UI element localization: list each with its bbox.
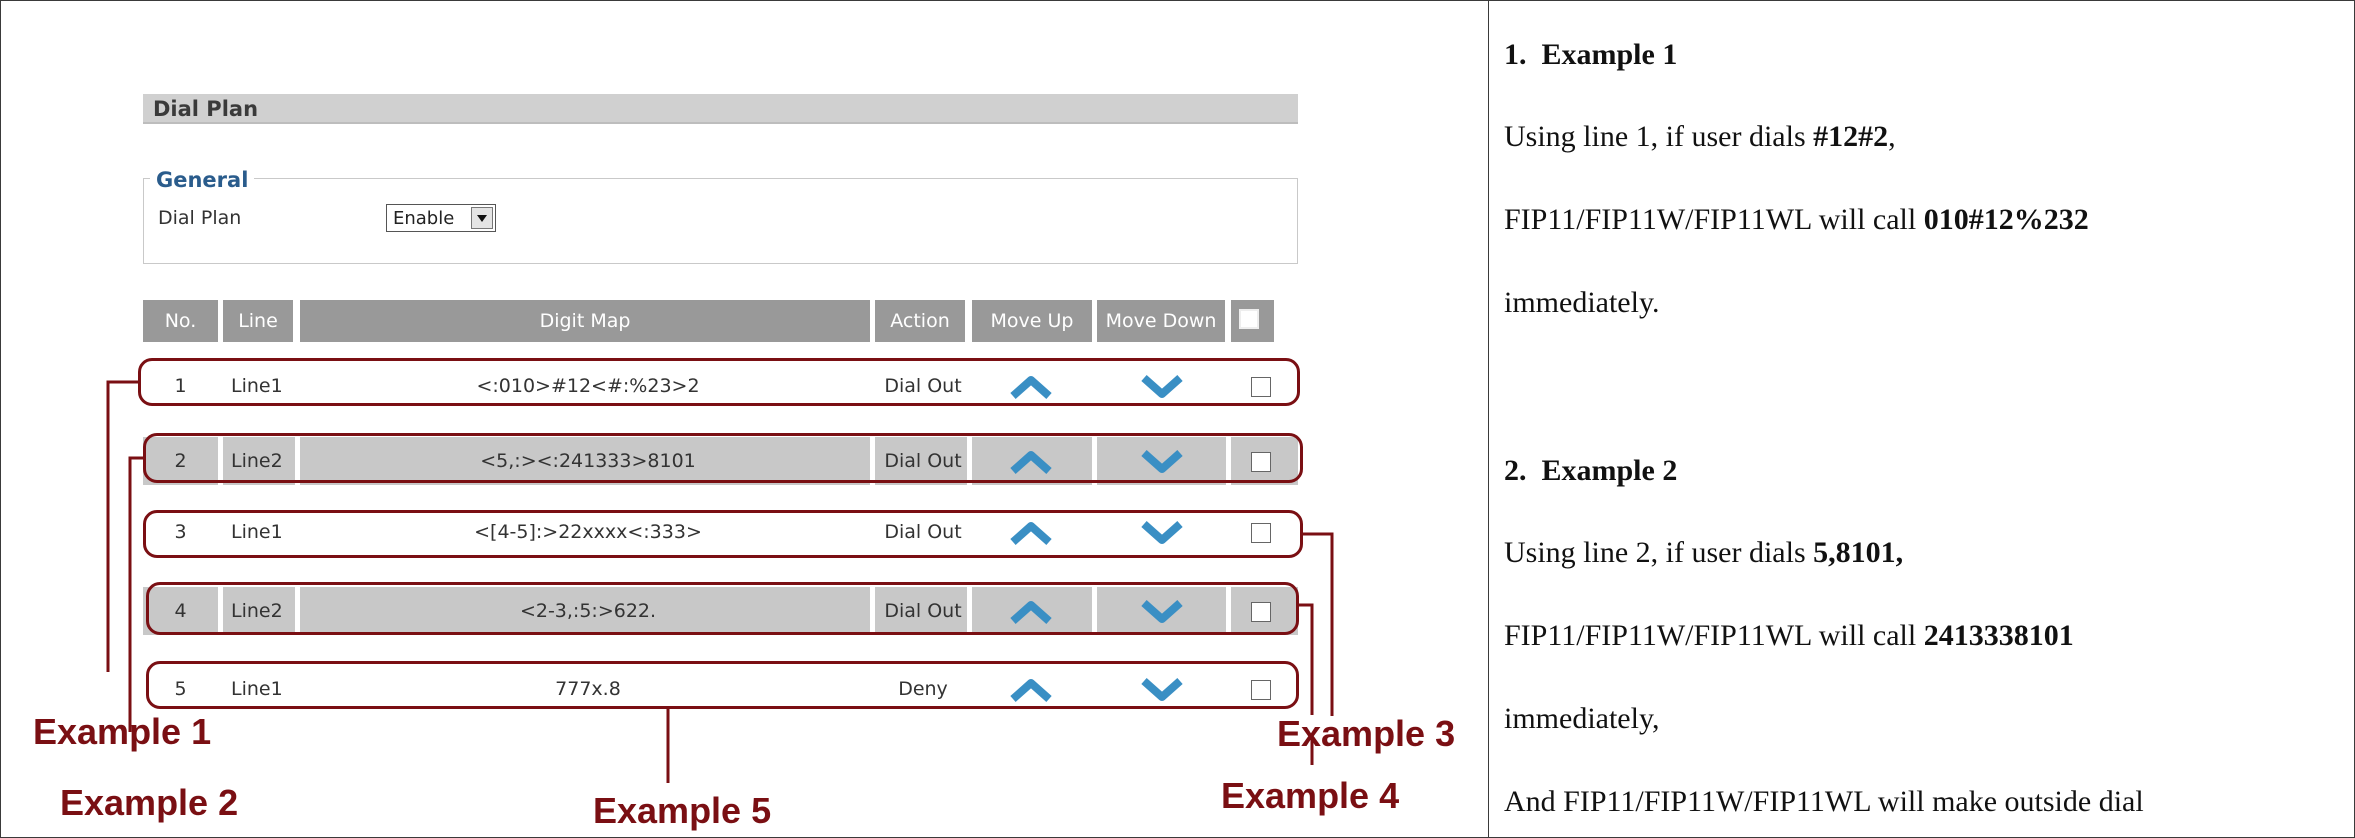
callout-label-example-1: Example 1 [33,711,212,752]
callout-label-example-5: Example 5 [593,790,772,831]
example-1-line-3: immediately. [1504,286,1660,319]
header-action: Action [875,300,965,342]
example-2-line-4: And FIP11/FIP11W/FIP11WL will make outsi… [1504,785,2144,818]
general-legend: General [150,168,255,192]
general-fieldset [143,178,1298,264]
dial-plan-select[interactable]: Enable [386,204,496,232]
text-run: Using line 2, if user dials [1504,536,1814,569]
callout-outline-example-5 [146,661,1299,709]
callout-outline-example-2 [143,433,1303,483]
example-2-heading: 2. Example 2 [1504,454,1677,488]
example-2-line-1: Using line 2, if user dials 5,8101, [1504,536,1903,570]
callout-label-example-2: Example 2 [60,782,239,823]
example-1-heading-text: Example 1 [1541,38,1678,71]
text-run: Using line 1, if user dials [1504,120,1814,153]
header-digit-map: Digit Map [300,300,870,342]
header-line: Line [223,300,293,342]
dial-plan-label: Dial Plan [158,207,242,229]
dial-plan-select-value: Enable [393,208,455,229]
example-2-heading-number: 2. [1504,454,1527,487]
header-move-down: Move Down [1097,300,1225,342]
dropdown-arrow-icon[interactable] [471,207,493,229]
example-2-line-3: immediately, [1504,702,1660,735]
example-1-line-2: FIP11/FIP11W/FIP11WL will call 010#12%23… [1504,203,2089,237]
example-1-line-1: Using line 1, if user dials #12#2, [1504,120,1896,154]
callout-label-example-3: Example 3 [1277,713,1456,754]
example-2-line-2: FIP11/FIP11W/FIP11WL will call 241333810… [1504,619,2074,653]
header-move-up: Move Up [972,300,1092,342]
dial-plan-panel-title: Dial Plan [143,94,1298,124]
example-2-heading-text: Example 2 [1541,454,1678,487]
select-all-checkbox[interactable] [1239,309,1259,329]
text-run-bold: 010#12%232 [1923,203,2089,236]
callout-outline-example-1 [138,358,1300,406]
text-run: FIP11/FIP11W/FIP11WL will call [1504,203,1924,236]
example-1-heading-number: 1. [1504,38,1527,71]
column-divider [1488,0,1489,838]
text-run-bold: 5,8101, [1813,536,1904,569]
callout-outline-example-3 [143,510,1303,558]
header-select-all [1231,300,1274,342]
text-run: FIP11/FIP11W/FIP11WL will call [1504,619,1924,652]
header-no: No. [143,300,218,342]
callout-outline-example-4 [146,582,1299,635]
callout-label-example-4: Example 4 [1221,775,1400,816]
example-1-heading: 1. Example 1 [1504,38,1677,72]
text-run-bold: #12#2 [1813,120,1889,153]
text-run: , [1888,120,1896,153]
text-run-bold: 2413338101 [1923,619,2074,652]
